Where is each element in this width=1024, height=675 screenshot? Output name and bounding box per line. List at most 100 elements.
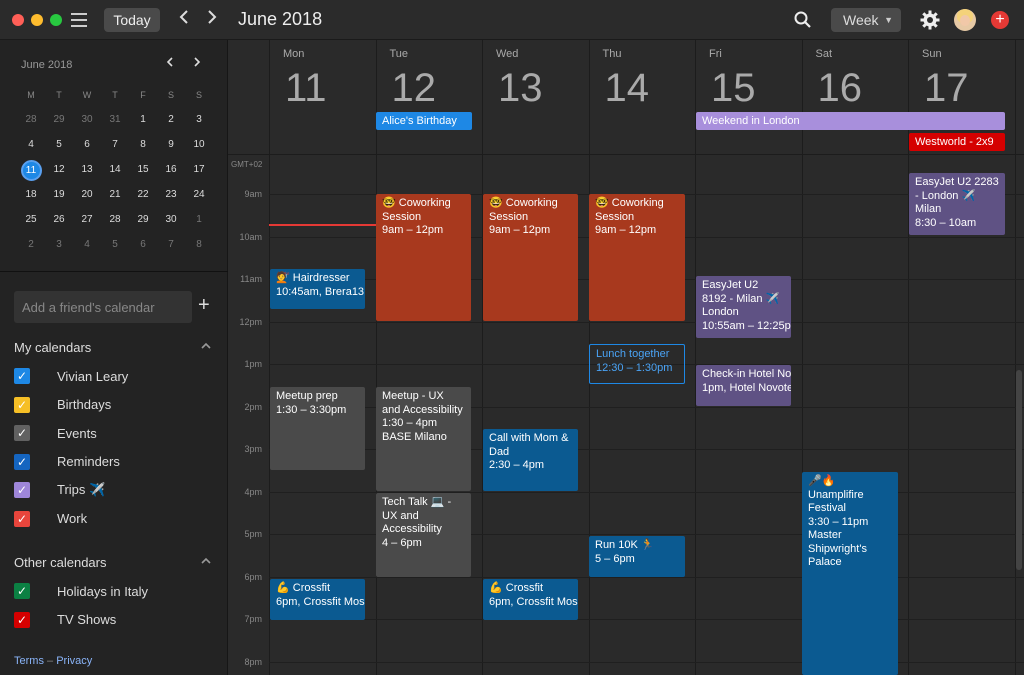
- mini-calendar-day[interactable]: 2: [157, 110, 185, 130]
- mini-calendar-day[interactable]: 1: [185, 210, 213, 230]
- mini-calendar-day[interactable]: 5: [101, 235, 129, 255]
- calendar-item[interactable]: ✓ Trips ✈️: [14, 480, 105, 500]
- mini-calendar-day[interactable]: 14: [101, 160, 129, 180]
- view-select[interactable]: Week ▼: [831, 8, 901, 32]
- calendar-item[interactable]: ✓ Vivian Leary: [14, 366, 128, 386]
- mini-calendar-day[interactable]: 4: [17, 135, 45, 155]
- terms-link[interactable]: Terms: [14, 655, 44, 667]
- checkbox-checked-icon[interactable]: ✓: [14, 396, 30, 413]
- mini-calendar-day[interactable]: 10: [185, 135, 213, 155]
- avatar[interactable]: [954, 9, 976, 31]
- checkbox-checked-icon[interactable]: ✓: [14, 583, 30, 599]
- day-number[interactable]: 16: [818, 66, 863, 111]
- mini-calendar-day[interactable]: 28: [17, 110, 45, 130]
- mini-calendar-day[interactable]: 25: [17, 210, 45, 230]
- mini-calendar-day[interactable]: 6: [73, 135, 101, 155]
- mini-calendar-day[interactable]: 8: [185, 235, 213, 255]
- event-run-10k[interactable]: Run 10K 🏃 5 – 6pm: [589, 536, 685, 577]
- day-number[interactable]: 17: [924, 66, 969, 111]
- allday-event-westworld[interactable]: Westworld - 2x9: [909, 133, 1005, 151]
- event-call-mom[interactable]: Call with Mom & Dad 2:30 – 4pm: [483, 429, 578, 491]
- mini-calendar-prev-button[interactable]: [166, 56, 174, 71]
- mini-calendar-day[interactable]: 7: [157, 235, 185, 255]
- event-unamplified-festival[interactable]: 🎤🔥 Unamplifire Festival 3:30 – 11pm Mast…: [802, 472, 898, 675]
- event-crossfit-mon[interactable]: 💪 Crossfit 6pm, Crossfit Mos: [270, 579, 365, 620]
- mini-calendar-next-button[interactable]: [193, 56, 201, 71]
- mini-calendar-day[interactable]: 3: [185, 110, 213, 130]
- mini-calendar-day[interactable]: 2: [17, 235, 45, 255]
- mini-calendar-day[interactable]: 19: [45, 185, 73, 205]
- add-calendar-button[interactable]: +: [198, 294, 210, 317]
- mini-calendar-day[interactable]: 3: [45, 235, 73, 255]
- mini-calendar-day[interactable]: 16: [157, 160, 185, 180]
- calendar-item[interactable]: ✓ Reminders: [14, 452, 120, 472]
- calendar-item[interactable]: ✓ Work: [14, 509, 87, 529]
- event-easyjet-sun[interactable]: EasyJet U2 2283 - London ✈️ Milan 8:30 –…: [909, 173, 1005, 235]
- mini-calendar-day[interactable]: 12: [45, 160, 73, 180]
- event-checkin-hotel[interactable]: Check-in Hotel Nov 1pm, Hotel Novote: [696, 365, 791, 406]
- checkbox-checked-icon[interactable]: ✓: [14, 425, 30, 441]
- day-number[interactable]: 13: [498, 66, 543, 111]
- chevron-up-icon[interactable]: [200, 341, 212, 354]
- event-meetup-prep[interactable]: Meetup prep 1:30 – 3:30pm: [270, 387, 365, 470]
- mini-calendar-day[interactable]: 11: [17, 160, 45, 181]
- event-coworking-tue[interactable]: 🤓 Coworking Session 9am – 12pm: [376, 194, 471, 321]
- calendar-item[interactable]: ✓ Birthdays: [14, 395, 111, 415]
- mini-calendar-day[interactable]: 21: [101, 185, 129, 205]
- checkbox-checked-icon[interactable]: ✓: [14, 453, 30, 470]
- mini-calendar-day[interactable]: 23: [157, 185, 185, 205]
- scrollbar[interactable]: [1016, 370, 1022, 570]
- maximize-window-button[interactable]: [50, 14, 62, 26]
- checkbox-checked-icon[interactable]: ✓: [14, 482, 30, 498]
- mini-calendar-day[interactable]: 15: [129, 160, 157, 180]
- mini-calendar-day[interactable]: 29: [45, 110, 73, 130]
- day-number[interactable]: 11: [285, 66, 327, 111]
- day-number[interactable]: 15: [711, 66, 756, 111]
- event-hairdresser[interactable]: 💇 Hairdresser 10:45am, Brera13 I: [270, 269, 365, 309]
- add-friend-calendar-input[interactable]: [14, 291, 192, 323]
- event-meetup-ux[interactable]: Meetup - UX and Accessibility 1:30 – 4pm…: [376, 387, 471, 491]
- event-tech-talk[interactable]: Tech Talk 💻 - UX and Accessibility 4 – 6…: [376, 493, 471, 577]
- my-calendars-title[interactable]: My calendars: [14, 340, 91, 355]
- previous-week-button[interactable]: [178, 9, 190, 28]
- mini-calendar-day[interactable]: 22: [129, 185, 157, 205]
- minimize-window-button[interactable]: [31, 14, 43, 26]
- mini-calendar-day[interactable]: 1: [129, 110, 157, 130]
- mini-calendar-day[interactable]: 27: [73, 210, 101, 230]
- mini-calendar-day[interactable]: 4: [73, 235, 101, 255]
- mini-calendar-day[interactable]: 13: [73, 160, 101, 180]
- mini-calendar-day[interactable]: 7: [101, 135, 129, 155]
- event-coworking-wed[interactable]: 🤓 Coworking Session 9am – 12pm: [483, 194, 578, 321]
- event-coworking-thu[interactable]: 🤓 Coworking Session 9am – 12pm: [589, 194, 685, 321]
- day-number[interactable]: 12: [392, 66, 437, 111]
- mini-calendar-day[interactable]: 9: [157, 135, 185, 155]
- calendar-item[interactable]: ✓ TV Shows: [14, 610, 116, 630]
- mini-calendar-day[interactable]: 30: [73, 110, 101, 130]
- checkbox-checked-icon[interactable]: ✓: [14, 510, 30, 527]
- mini-calendar-day[interactable]: 30: [157, 210, 185, 230]
- allday-event-weekend-london[interactable]: Weekend in London: [696, 112, 1005, 130]
- close-window-button[interactable]: [12, 14, 24, 26]
- event-lunch-together[interactable]: Lunch together 12:30 – 1:30pm: [589, 344, 685, 384]
- today-button[interactable]: Today: [104, 8, 160, 32]
- mini-calendar-day[interactable]: 8: [129, 135, 157, 155]
- mini-calendar-day[interactable]: 28: [101, 210, 129, 230]
- mini-calendar-day[interactable]: 6: [129, 235, 157, 255]
- mini-calendar-day[interactable]: 20: [73, 185, 101, 205]
- mini-calendar-day[interactable]: 24: [185, 185, 213, 205]
- other-calendars-title[interactable]: Other calendars: [14, 555, 107, 570]
- mini-calendar-day[interactable]: 31: [101, 110, 129, 130]
- allday-event-alices-birthday[interactable]: Alice's Birthday: [376, 112, 472, 130]
- day-number[interactable]: 14: [605, 66, 650, 111]
- mini-calendar-day[interactable]: 26: [45, 210, 73, 230]
- calendar-item[interactable]: ✓ Events: [14, 423, 97, 443]
- mini-calendar-day[interactable]: 5: [45, 135, 73, 155]
- search-button[interactable]: [794, 11, 812, 34]
- chevron-up-icon[interactable]: [200, 556, 212, 569]
- next-week-button[interactable]: [206, 9, 218, 28]
- mini-calendar-day[interactable]: 17: [185, 160, 213, 180]
- event-easyjet-fri[interactable]: EasyJet U2 8192 - Milan ✈️ London 10:55a…: [696, 276, 791, 338]
- calendar-item[interactable]: ✓ Holidays in Italy: [14, 581, 148, 601]
- add-event-button[interactable]: +: [991, 11, 1009, 29]
- mini-calendar-day[interactable]: 29: [129, 210, 157, 230]
